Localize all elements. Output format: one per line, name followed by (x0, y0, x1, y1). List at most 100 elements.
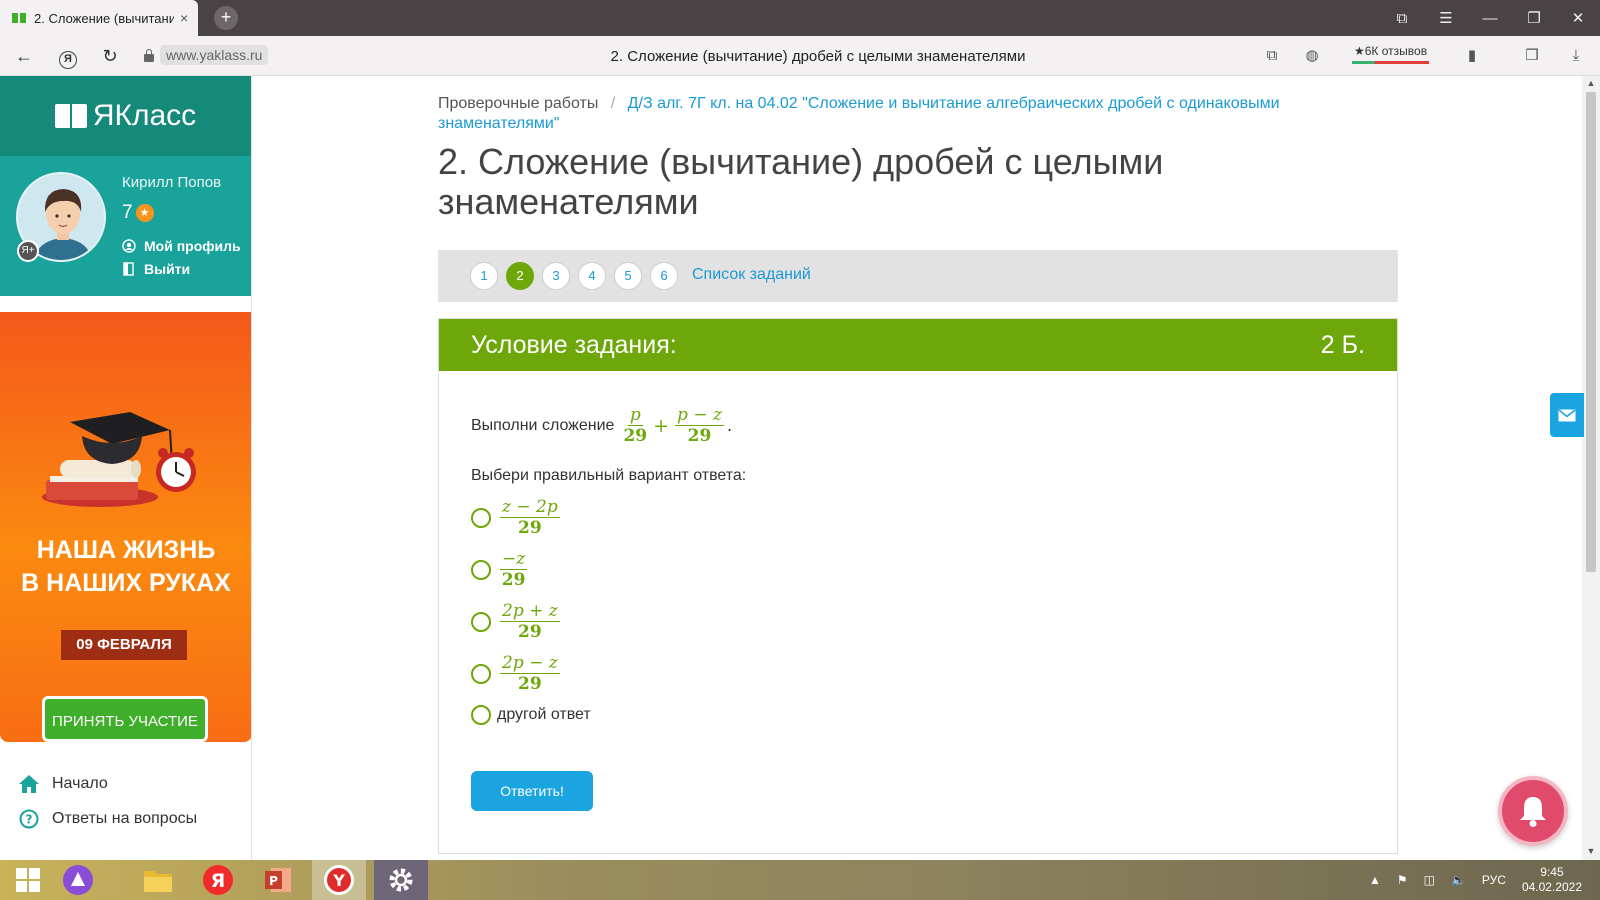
promo-join-button[interactable]: ПРИНЯТЬ УЧАСТИЕ (42, 696, 208, 742)
option-fraction: z − 2p 29 (500, 497, 560, 538)
logout-label: Выйти (144, 261, 191, 277)
envelope-icon (1558, 408, 1576, 421)
gear-icon (389, 868, 413, 892)
book-logo-icon (54, 104, 87, 128)
pager-item-2[interactable]: 2 (506, 262, 534, 290)
pager-item-1[interactable]: 1 (470, 262, 498, 290)
feedback-mail-button[interactable] (1550, 393, 1584, 437)
lock-icon (144, 49, 154, 62)
svg-text:Y: Y (332, 871, 345, 890)
tab-close-icon[interactable]: × (180, 10, 188, 26)
scroll-thumb[interactable] (1586, 92, 1596, 572)
promo-date: 09 ФЕВРАЛЯ (61, 630, 187, 660)
user-points: 7 ★ (122, 202, 154, 224)
wifi-icon[interactable]: ◫ (1424, 873, 1435, 887)
fraction-denominator: 29 (518, 674, 542, 694)
my-profile-link[interactable]: Мой профиль (122, 238, 241, 254)
task-header-title: Условие задания: (471, 330, 677, 359)
browser-tab-active[interactable]: 2. Сложение (вычитани × (0, 0, 198, 36)
plus-subscription-icon: Я+ (17, 240, 39, 262)
task-list-link[interactable]: Список заданий (692, 266, 811, 284)
radio-button[interactable] (471, 705, 491, 725)
yandex-button[interactable]: Я (56, 44, 80, 69)
restore-icon[interactable]: ❐ (1512, 0, 1556, 36)
radio-button[interactable] (471, 611, 491, 632)
tray-expand-icon[interactable]: ▲ (1369, 873, 1381, 887)
browser-tabbar: 2. Сложение (вычитани × + ⧉ ☰ — ❐ ✕ (0, 0, 1600, 36)
fraction-denominator: 29 (687, 426, 712, 446)
radio-button[interactable] (471, 507, 491, 528)
alice-assistant-button[interactable] (56, 860, 100, 900)
language-indicator[interactable]: РУС (1482, 873, 1506, 887)
back-button[interactable]: ← (12, 44, 36, 68)
protect-icon[interactable]: ◍ (1302, 46, 1322, 66)
copy-link-icon[interactable]: ⧉ (1262, 46, 1282, 66)
pager-item-6[interactable]: 6 (650, 262, 678, 290)
sidebar: ЯКласс Я+ Кирилл Попов 7 ★ Мой профиль В… (0, 76, 252, 860)
svg-text:P: P (269, 874, 278, 888)
svg-text:?: ? (26, 812, 33, 826)
settings-app-button[interactable] (374, 860, 428, 900)
volume-icon[interactable]: 🔈 (1451, 873, 1466, 887)
download-icon[interactable]: ⤓ (1566, 46, 1586, 66)
radio-button[interactable] (471, 663, 491, 684)
scroll-down-icon[interactable]: ▼ (1585, 846, 1597, 856)
answer-option-4[interactable]: 2p − z 29 (471, 653, 563, 694)
user-circle-icon (122, 239, 136, 253)
fraction-numerator: z − 2p (500, 497, 560, 518)
pager-item-3[interactable]: 3 (542, 262, 570, 290)
breadcrumb-root[interactable]: Проверочные работы (438, 95, 598, 112)
reload-button[interactable]: ↻ (98, 44, 122, 68)
promo-banner[interactable]: НАША ЖИЗНЬ В НАШИХ РУКАХ 09 ФЕВРАЛЯ ПРИН… (0, 312, 251, 742)
pager-item-5[interactable]: 5 (614, 262, 642, 290)
windows-taskbar: Я P Y ▲ ⚑ ◫ 🔈 РУС 9:45 04.02.2022 (0, 860, 1600, 900)
answer-option-2[interactable]: −z 29 (471, 549, 530, 590)
minimize-icon[interactable]: — (1468, 0, 1512, 36)
task-card: Условие задания: 2 Б. Выполни сложение p… (438, 318, 1398, 854)
fraction-numerator: p − z (675, 405, 724, 426)
yandex-browser-button[interactable]: Я (196, 860, 240, 900)
logout-link[interactable]: Выйти (122, 261, 190, 277)
fraction-denominator: 29 (501, 570, 526, 590)
start-button[interactable] (6, 860, 50, 900)
page-scrollbar[interactable]: ▲ ▼ (1582, 76, 1600, 860)
network-icon[interactable]: ⚑ (1397, 873, 1408, 887)
sidebar-item-label: Начало (52, 774, 108, 792)
sidebar-item-home[interactable]: Начало (0, 766, 251, 801)
fraction-numerator: p (627, 405, 643, 426)
promo-title: НАША ЖИЗНЬ В НАШИХ РУКАХ (0, 534, 251, 600)
url-page-title: 2. Сложение (вычитание) дробей с целыми … (610, 48, 1026, 65)
answer-option-1[interactable]: z − 2p 29 (471, 497, 563, 538)
collections-icon[interactable]: ❒ (1522, 46, 1542, 66)
browser-menu-icon[interactable]: ☰ (1424, 0, 1468, 36)
answer-option-3[interactable]: 2p + z 29 (471, 601, 563, 642)
fraction-denominator: 29 (623, 426, 648, 446)
clock[interactable]: 9:45 04.02.2022 (1522, 865, 1582, 895)
scroll-up-icon[interactable]: ▲ (1585, 78, 1597, 88)
profile-card: Я+ Кирилл Попов 7 ★ Мой профиль Выйти (0, 156, 251, 296)
user-name[interactable]: Кирилл Попов (122, 174, 221, 191)
sidebar-item-answers[interactable]: ? Ответы на вопросы (0, 801, 251, 836)
folder-icon (144, 871, 172, 892)
pager-item-4[interactable]: 4 (578, 262, 606, 290)
bookmarks-panel-icon[interactable]: ⧉ (1380, 0, 1424, 36)
new-tab-button[interactable]: + (214, 6, 238, 30)
notifications-button[interactable] (1498, 776, 1568, 846)
file-explorer-button[interactable] (136, 860, 180, 900)
promo-title-line1: НАША ЖИЗНЬ (36, 536, 216, 564)
url-field[interactable]: www.yaklass.ru 2. Сложение (вычитание) д… (138, 43, 1498, 69)
reviews-badge[interactable]: ★6К отзывов (1352, 44, 1430, 64)
bell-icon (1520, 797, 1546, 827)
yandex-browser-icon: Y (324, 865, 354, 895)
task-header: Условие задания: 2 Б. (439, 319, 1397, 371)
breadcrumb-separator: / (610, 95, 616, 112)
submit-answer-button[interactable]: Ответить! (471, 771, 593, 811)
yaklass-logo[interactable]: ЯКласс (0, 76, 251, 156)
yandex-browser-active-button[interactable]: Y (312, 860, 366, 900)
answer-option-other[interactable]: другой ответ (471, 705, 591, 725)
close-window-icon[interactable]: ✕ (1556, 0, 1600, 36)
bookmark-icon[interactable]: ▮ (1462, 46, 1482, 66)
radio-button[interactable] (471, 559, 491, 580)
side-nav: Начало ? Ответы на вопросы (0, 766, 251, 836)
powerpoint-button[interactable]: P (256, 860, 300, 900)
